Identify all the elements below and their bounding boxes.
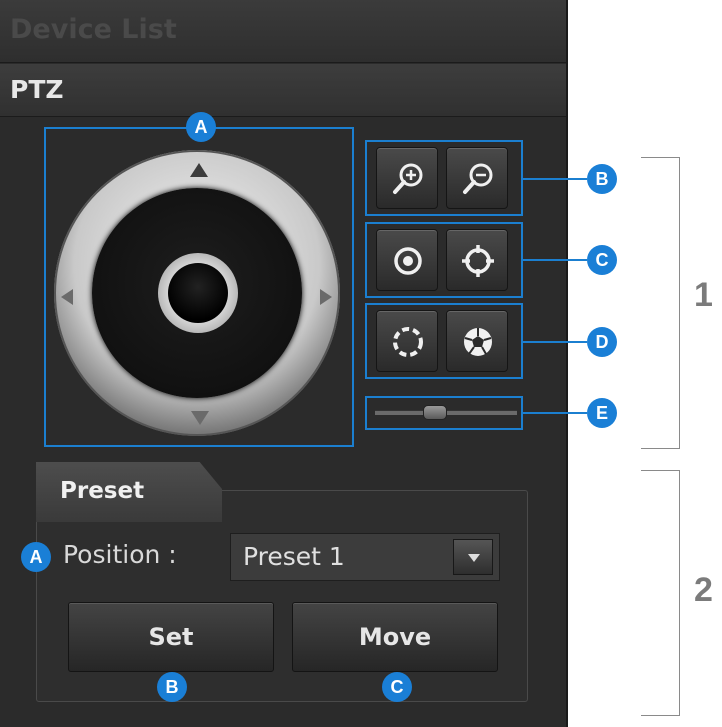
callout-iris: D	[587, 327, 617, 357]
move-button[interactable]: Move	[292, 602, 498, 672]
ptz-header[interactable]: PTZ	[0, 64, 566, 117]
position-label: Position :	[63, 540, 177, 569]
callout-focus: C	[587, 245, 617, 275]
preset-position-value: Preset 1	[243, 542, 345, 571]
section-number-preset: 2	[694, 571, 713, 609]
section-bracket-preset	[641, 470, 680, 716]
callout-leader-speed	[523, 412, 587, 414]
callout-set: B	[157, 672, 187, 702]
zoom-out-button[interactable]	[446, 147, 508, 209]
focus-near-icon	[394, 247, 422, 275]
ptz-title: PTZ	[10, 75, 64, 104]
zoom-in-icon	[393, 163, 423, 194]
callout-zoom: B	[587, 164, 617, 194]
preset-tab[interactable]: Preset	[36, 462, 222, 522]
chevron-down-icon	[468, 554, 480, 562]
callout-speed: E	[587, 398, 617, 428]
callout-position: A	[21, 542, 51, 572]
pan-up-arrow-icon[interactable]	[190, 163, 208, 177]
preset-tab-label: Preset	[60, 478, 145, 504]
iris-open-button[interactable]	[446, 310, 508, 372]
callout-leader-zoom	[523, 178, 587, 180]
section-bracket-ptz	[641, 157, 680, 449]
speed-slider-thumb[interactable]	[423, 405, 447, 420]
dropdown-button[interactable]	[453, 539, 493, 575]
section-number-ptz: 1	[694, 276, 713, 314]
pan-right-arrow-icon[interactable]	[320, 289, 332, 305]
iris-close-button[interactable]	[376, 310, 438, 372]
joystick-knob[interactable]	[168, 263, 228, 323]
callout-leader-focus	[523, 259, 587, 261]
zoom-in-button[interactable]	[376, 147, 438, 209]
callout-leader-iris	[523, 341, 587, 343]
device-list-title: Device List	[10, 14, 177, 45]
iris-close-icon	[393, 327, 423, 357]
pan-down-arrow-icon[interactable]	[191, 411, 209, 425]
pan-left-arrow-icon[interactable]	[61, 289, 73, 305]
preset-position-select[interactable]: Preset 1	[230, 533, 500, 581]
iris-open-icon	[464, 328, 492, 356]
zoom-out-icon	[463, 163, 493, 194]
set-button[interactable]: Set	[68, 602, 274, 672]
callout-move: C	[382, 672, 412, 702]
focus-far-icon	[462, 245, 494, 277]
device-list-header[interactable]: Device List	[0, 0, 566, 63]
focus-near-button[interactable]	[376, 229, 438, 291]
callout-joystick: A	[186, 112, 216, 142]
focus-far-button[interactable]	[446, 229, 508, 291]
